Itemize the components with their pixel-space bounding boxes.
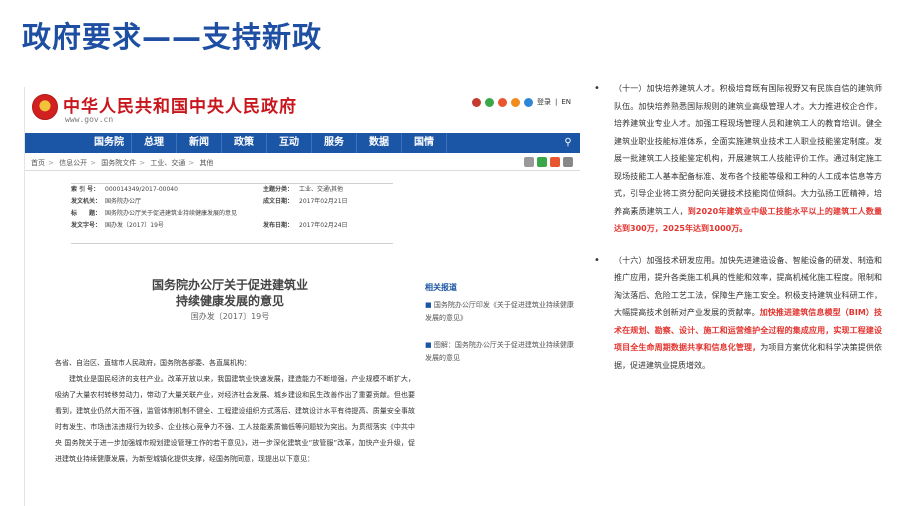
breadcrumb-item[interactable]: 首页 [31, 159, 45, 167]
header-tools: 登录 | EN [471, 97, 571, 107]
bullet-icon: • [594, 254, 600, 266]
user-icon[interactable] [523, 97, 533, 107]
excerpt-item: • （十一）加快培养建筑人才。积极培育既有国际视野又有民族自信的建筑师队伍。加快… [594, 80, 882, 238]
meta-row: 索 引 号： 000014349/2017-00040 主题分类： 工业、交通\其他 [71, 186, 344, 193]
slide-title: 政府要求——支持新政 [22, 20, 323, 54]
english-link[interactable]: EN [561, 98, 571, 106]
print-icon[interactable] [524, 157, 534, 167]
site-url: www.gov.cn [65, 115, 114, 124]
breadcrumb-item[interactable]: 其他 [199, 159, 213, 167]
meta-row: 标 题： 国务院办公厅关于促进建筑业持续健康发展的意见 [71, 210, 238, 217]
related-link[interactable]: ■ 图解：国务院办公厅关于促进建筑业持续健康发展的意见 [425, 339, 575, 365]
share-icons [524, 157, 573, 167]
weibo-icon[interactable] [497, 97, 507, 107]
main-nav: 国务院 总理 新闻 政策 互动 服务 数据 国情 ⚲ [25, 133, 580, 153]
site-name[interactable]: 中华人民共和国中央人民政府 [63, 92, 297, 117]
app-icon[interactable] [510, 97, 520, 107]
login-link[interactable]: 登录 [537, 97, 551, 107]
wechat-share-icon[interactable] [537, 157, 547, 167]
excerpt-item: • （十六）加强技术研发应用。加快先进建造设备、智能设备的研发、制造和推广应用，… [594, 252, 882, 375]
meta-row: 发文字号： 国办发〔2017〕19号 发布日期： 2017年02月24日 [71, 222, 348, 229]
bullet-icon: • [594, 83, 600, 94]
body-paragraph: 建筑业是国民经济的支柱产业。改革开放以来，我国建筑业快速发展，建造能力不断增强，… [55, 375, 415, 463]
wechat-icon[interactable] [484, 97, 494, 107]
related-reports: 相关报道 ■ 国务院办公厅印发《关于促进建筑业持续健康发展的意见》 ■ 图解：国… [425, 282, 575, 379]
document-body: 各省、自治区、直辖市人民政府，国务院各部委、各直属机构： 建筑业是国民经济的支柱… [55, 355, 415, 467]
gov-website-screenshot: 中华人民共和国中央人民政府 www.gov.cn 登录 | EN 国务院 总理 … [24, 87, 580, 506]
national-emblem-icon [32, 94, 58, 120]
breadcrumb-item[interactable]: 工业、交通 [150, 159, 185, 167]
weibo-share-icon[interactable] [550, 157, 560, 167]
document-number: 国办发〔2017〕19号 [190, 312, 270, 321]
nav-item-hudong[interactable]: 互动 [267, 133, 312, 153]
breadcrumb-item[interactable]: 国务院文件 [101, 159, 136, 167]
nav-item-xinwen[interactable]: 新闻 [177, 133, 222, 153]
meta-row: 发文机关： 国务院办公厅 成文日期： 2017年02月21日 [71, 198, 348, 205]
breadcrumb: 首页 > 信息公开 > 国务院文件 > 工业、交通 > 其他 [25, 156, 580, 171]
related-heading: 相关报道 [425, 283, 457, 292]
search-icon[interactable]: ⚲ [555, 133, 580, 153]
breadcrumb-item[interactable]: 信息公开 [59, 159, 87, 167]
nav-item-zhengce[interactable]: 政策 [222, 133, 267, 153]
document-meta-table: 索 引 号： 000014349/2017-00040 主题分类： 工业、交通\其他… [71, 183, 393, 244]
nav-item-shuju[interactable]: 数据 [357, 133, 402, 153]
nav-item-zongli[interactable]: 总理 [132, 133, 177, 153]
related-link[interactable]: ■ 国务院办公厅印发《关于促进建筑业持续健康发展的意见》 [425, 299, 575, 325]
policy-excerpt: • （十一）加快培养建筑人才。积极培育既有国际视野又有民族自信的建筑师队伍。加快… [594, 80, 882, 388]
nav-item-guoqing[interactable]: 国情 [402, 133, 447, 153]
salutation: 各省、自治区、直辖市人民政府，国务院各部委、各直属机构： [55, 359, 251, 367]
more-icon[interactable] [563, 157, 573, 167]
nav-item-fuwu[interactable]: 服务 [312, 133, 357, 153]
people-icon[interactable] [471, 97, 481, 107]
nav-item-guowuyuan[interactable]: 国务院 [87, 133, 132, 153]
document-title: 国务院办公厅关于促进建筑业 持续健康发展的意见 [151, 278, 308, 308]
site-header: 中华人民共和国中央人民政府 www.gov.cn 登录 | EN [25, 87, 580, 131]
